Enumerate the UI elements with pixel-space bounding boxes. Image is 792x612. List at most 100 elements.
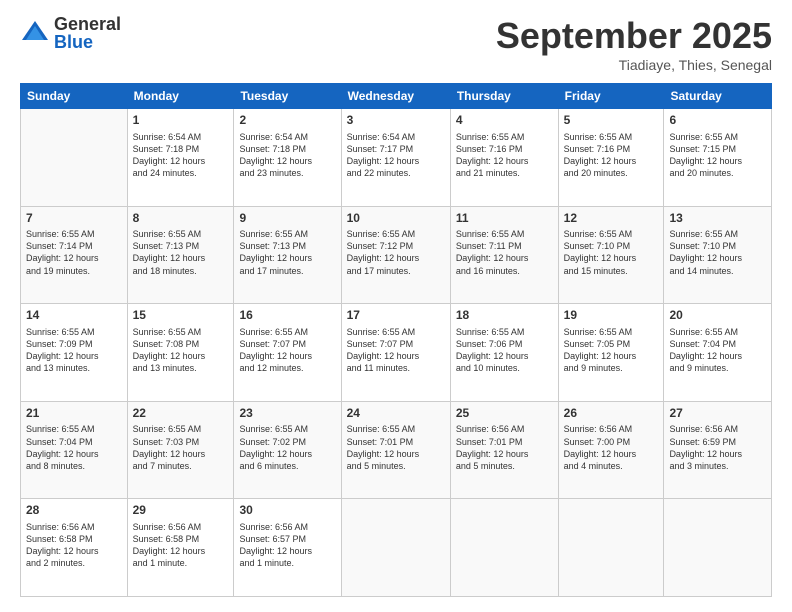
logo-blue: Blue <box>54 33 121 51</box>
day-number: 11 <box>456 211 553 227</box>
calendar-day-header: Sunday <box>21 84 128 109</box>
day-info: Sunrise: 6:55 AM Sunset: 7:08 PM Dayligh… <box>133 326 229 375</box>
day-number: 23 <box>239 406 335 422</box>
calendar-week-row: 7Sunrise: 6:55 AM Sunset: 7:14 PM Daylig… <box>21 206 772 304</box>
calendar-week-row: 1 Sunrise: 6:54 AM Sunset: 7:18 PM Daylig… <box>21 109 772 207</box>
day-info: Sunrise: 6:55 AM Sunset: 7:01 PM Dayligh… <box>347 423 445 472</box>
day-info: Sunrise: 6:55 AM Sunset: 7:04 PM Dayligh… <box>669 326 766 375</box>
calendar-day-header: Tuesday <box>234 84 341 109</box>
day-info: Sunrise: 6:55 AM Sunset: 7:03 PM Dayligh… <box>133 423 229 472</box>
calendar-cell: 8Sunrise: 6:55 AM Sunset: 7:13 PM Daylig… <box>127 206 234 304</box>
calendar-cell: 29Sunrise: 6:56 AM Sunset: 6:58 PM Dayli… <box>127 499 234 597</box>
day-info: Sunrise: 6:55 AM Sunset: 7:10 PM Dayligh… <box>669 228 766 277</box>
day-info: Sunrise: 6:55 AM Sunset: 7:06 PM Dayligh… <box>456 326 553 375</box>
day-info: Sunrise: 6:55 AM Sunset: 7:16 PM Dayligh… <box>564 131 659 180</box>
day-info: Sunrise: 6:55 AM Sunset: 7:14 PM Dayligh… <box>26 228 122 277</box>
calendar-cell: 4 Sunrise: 6:55 AM Sunset: 7:16 PM Daylig… <box>450 109 558 207</box>
day-info: Sunrise: 6:55 AM Sunset: 7:07 PM Dayligh… <box>347 326 445 375</box>
calendar-title: September 2025 <box>496 15 772 57</box>
logo-general: General <box>54 15 121 33</box>
day-info: Sunrise: 6:55 AM Sunset: 7:10 PM Dayligh… <box>564 228 659 277</box>
day-info: Sunrise: 6:56 AM Sunset: 6:58 PM Dayligh… <box>133 521 229 570</box>
calendar-cell: 22Sunrise: 6:55 AM Sunset: 7:03 PM Dayli… <box>127 401 234 499</box>
calendar-cell: 12Sunrise: 6:55 AM Sunset: 7:10 PM Dayli… <box>558 206 664 304</box>
calendar-cell: 20 Sunrise: 6:55 AM Sunset: 7:04 PM Dayli… <box>664 304 772 402</box>
day-info: Sunrise: 6:55 AM Sunset: 7:13 PM Dayligh… <box>239 228 335 277</box>
calendar-cell: 26Sunrise: 6:56 AM Sunset: 7:00 PM Dayli… <box>558 401 664 499</box>
day-info: Sunrise: 6:55 AM Sunset: 7:12 PM Dayligh… <box>347 228 445 277</box>
calendar-day-header: Wednesday <box>341 84 450 109</box>
day-info: Sunrise: 6:55 AM Sunset: 7:04 PM Dayligh… <box>26 423 122 472</box>
calendar-week-row: 14 Sunrise: 6:55 AM Sunset: 7:09 PM Dayli… <box>21 304 772 402</box>
day-info: Sunrise: 6:56 AM Sunset: 7:00 PM Dayligh… <box>564 423 659 472</box>
day-info: Sunrise: 6:54 AM Sunset: 7:18 PM Dayligh… <box>239 131 335 180</box>
calendar-cell: 7Sunrise: 6:55 AM Sunset: 7:14 PM Daylig… <box>21 206 128 304</box>
calendar-cell: 11Sunrise: 6:55 AM Sunset: 7:11 PM Dayli… <box>450 206 558 304</box>
calendar-cell: 6Sunrise: 6:55 AM Sunset: 7:15 PM Daylig… <box>664 109 772 207</box>
calendar-cell: 24Sunrise: 6:55 AM Sunset: 7:01 PM Dayli… <box>341 401 450 499</box>
day-info: Sunrise: 6:54 AM Sunset: 7:18 PM Dayligh… <box>133 131 229 180</box>
calendar-cell: 18Sunrise: 6:55 AM Sunset: 7:06 PM Dayli… <box>450 304 558 402</box>
calendar-cell: 2 Sunrise: 6:54 AM Sunset: 7:18 PM Daylig… <box>234 109 341 207</box>
day-info: Sunrise: 6:55 AM Sunset: 7:13 PM Dayligh… <box>133 228 229 277</box>
day-info: Sunrise: 6:55 AM Sunset: 7:05 PM Dayligh… <box>564 326 659 375</box>
logo-text: General Blue <box>54 15 121 51</box>
day-number: 21 <box>26 406 122 422</box>
calendar-day-header: Monday <box>127 84 234 109</box>
calendar-cell: 28 Sunrise: 6:56 AM Sunset: 6:58 PM Dayli… <box>21 499 128 597</box>
day-number: 5 <box>564 113 659 129</box>
calendar-cell: 16 Sunrise: 6:55 AM Sunset: 7:07 PM Dayli… <box>234 304 341 402</box>
calendar-cell: 14 Sunrise: 6:55 AM Sunset: 7:09 PM Dayli… <box>21 304 128 402</box>
day-number: 4 <box>456 113 553 129</box>
calendar-cell: 9Sunrise: 6:55 AM Sunset: 7:13 PM Daylig… <box>234 206 341 304</box>
day-number: 2 <box>239 113 335 129</box>
day-number: 13 <box>669 211 766 227</box>
day-number: 28 <box>26 503 122 519</box>
calendar-cell <box>341 499 450 597</box>
day-info: Sunrise: 6:55 AM Sunset: 7:02 PM Dayligh… <box>239 423 335 472</box>
calendar-cell <box>558 499 664 597</box>
calendar-cell: 30 Sunrise: 6:56 AM Sunset: 6:57 PM Dayli… <box>234 499 341 597</box>
calendar-cell: 25Sunrise: 6:56 AM Sunset: 7:01 PM Dayli… <box>450 401 558 499</box>
logo: General Blue <box>20 15 121 51</box>
calendar-day-header: Friday <box>558 84 664 109</box>
day-number: 12 <box>564 211 659 227</box>
day-info: Sunrise: 6:55 AM Sunset: 7:16 PM Dayligh… <box>456 131 553 180</box>
day-info: Sunrise: 6:56 AM Sunset: 6:58 PM Dayligh… <box>26 521 122 570</box>
day-info: Sunrise: 6:55 AM Sunset: 7:07 PM Dayligh… <box>239 326 335 375</box>
day-number: 9 <box>239 211 335 227</box>
title-section: September 2025 Tiadiaye, Thies, Senegal <box>496 15 772 73</box>
calendar-header-row: SundayMondayTuesdayWednesdayThursdayFrid… <box>21 84 772 109</box>
day-info: Sunrise: 6:56 AM Sunset: 7:01 PM Dayligh… <box>456 423 553 472</box>
calendar-subtitle: Tiadiaye, Thies, Senegal <box>496 57 772 73</box>
day-number: 14 <box>26 308 122 324</box>
calendar-cell: 21Sunrise: 6:55 AM Sunset: 7:04 PM Dayli… <box>21 401 128 499</box>
day-number: 8 <box>133 211 229 227</box>
day-info: Sunrise: 6:55 AM Sunset: 7:09 PM Dayligh… <box>26 326 122 375</box>
calendar-cell: 13Sunrise: 6:55 AM Sunset: 7:10 PM Dayli… <box>664 206 772 304</box>
day-number: 16 <box>239 308 335 324</box>
day-number: 26 <box>564 406 659 422</box>
calendar-cell: 23Sunrise: 6:55 AM Sunset: 7:02 PM Dayli… <box>234 401 341 499</box>
calendar-table: SundayMondayTuesdayWednesdayThursdayFrid… <box>20 83 772 597</box>
day-number: 20 <box>669 308 766 324</box>
calendar-cell: 10Sunrise: 6:55 AM Sunset: 7:12 PM Dayli… <box>341 206 450 304</box>
calendar-cell <box>664 499 772 597</box>
day-number: 15 <box>133 308 229 324</box>
calendar-day-header: Thursday <box>450 84 558 109</box>
calendar-cell: 17Sunrise: 6:55 AM Sunset: 7:07 PM Dayli… <box>341 304 450 402</box>
calendar-cell: 15 Sunrise: 6:55 AM Sunset: 7:08 PM Dayli… <box>127 304 234 402</box>
calendar-cell <box>21 109 128 207</box>
day-number: 6 <box>669 113 766 129</box>
calendar-cell: 3Sunrise: 6:54 AM Sunset: 7:17 PM Daylig… <box>341 109 450 207</box>
page: General Blue September 2025 Tiadiaye, Th… <box>0 0 792 612</box>
calendar-cell: 5 Sunrise: 6:55 AM Sunset: 7:16 PM Daylig… <box>558 109 664 207</box>
day-number: 27 <box>669 406 766 422</box>
day-info: Sunrise: 6:56 AM Sunset: 6:57 PM Dayligh… <box>239 521 335 570</box>
header: General Blue September 2025 Tiadiaye, Th… <box>20 15 772 73</box>
day-number: 19 <box>564 308 659 324</box>
day-number: 7 <box>26 211 122 227</box>
day-number: 3 <box>347 113 445 129</box>
day-number: 1 <box>133 113 229 129</box>
day-number: 30 <box>239 503 335 519</box>
